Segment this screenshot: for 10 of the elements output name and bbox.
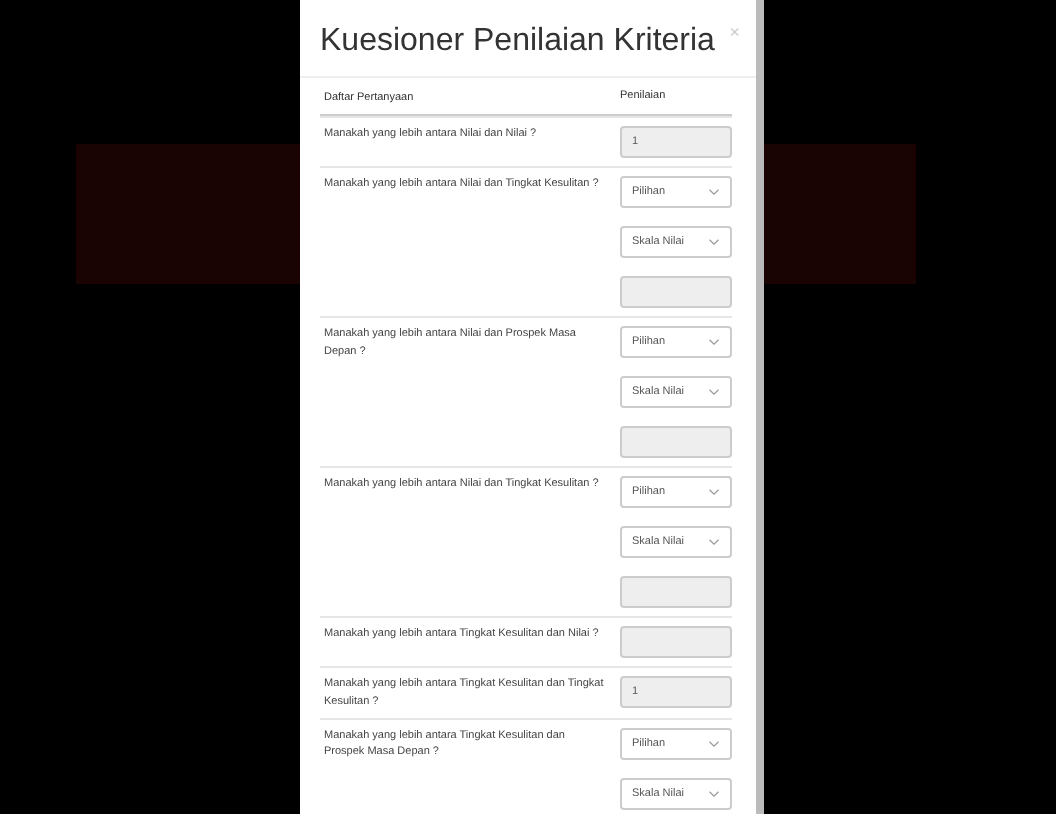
- chevron-icon: [708, 338, 720, 347]
- scrollbar[interactable]: [756, 0, 764, 814]
- chevron-icon: [708, 789, 720, 798]
- modal-title: Kuesioner Penilaian Kriteria: [320, 24, 715, 60]
- chevron-icon: [708, 739, 720, 748]
- chevron-icon: [708, 388, 720, 397]
- chevron-icon: [708, 188, 720, 197]
- chevron-icon: [708, 538, 720, 547]
- chevron-icon: [708, 238, 720, 247]
- chevron-icon: [708, 488, 720, 497]
